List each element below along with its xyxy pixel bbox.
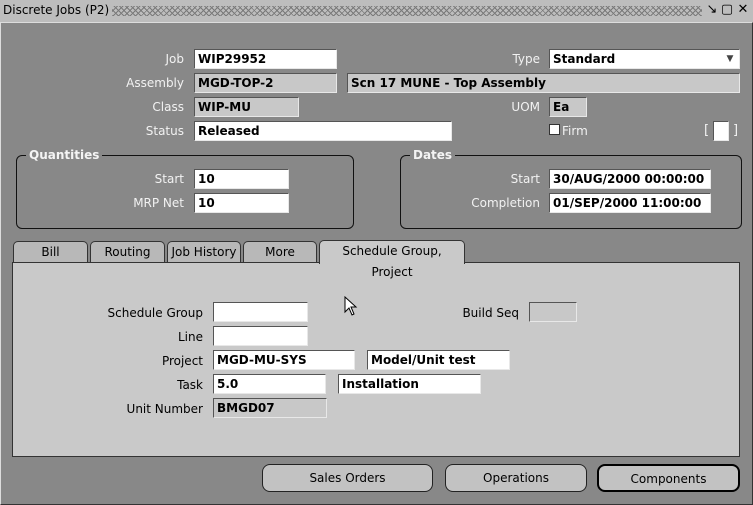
- components-button[interactable]: Components: [597, 464, 740, 492]
- title-bar-pattern: [112, 6, 702, 16]
- job-field[interactable]: WIP29952: [194, 49, 337, 69]
- build-seq-field[interactable]: [529, 302, 577, 322]
- date-start-label: Start: [510, 172, 540, 186]
- status-field[interactable]: Released: [194, 121, 452, 141]
- unit-number-field[interactable]: BMGD07: [213, 398, 327, 418]
- tab-more[interactable]: More: [243, 241, 317, 263]
- type-value: Standard: [553, 52, 616, 66]
- tab-job-history[interactable]: Job History: [167, 241, 241, 263]
- mrp-net-label: MRP Net: [133, 196, 184, 210]
- unit-number-label: Unit Number: [126, 402, 203, 416]
- type-select[interactable]: Standard ▼: [549, 49, 740, 69]
- assembly-field[interactable]: MGD-TOP-2: [194, 73, 337, 93]
- job-label: Job: [165, 52, 185, 66]
- sales-orders-button[interactable]: Sales Orders: [262, 464, 433, 492]
- project-description-field[interactable]: Model/Unit test: [367, 350, 510, 370]
- date-start-field[interactable]: 30/AUG/2000 00:00:00: [549, 169, 711, 189]
- line-field[interactable]: [213, 326, 308, 346]
- operations-button[interactable]: Operations: [445, 464, 587, 492]
- task-description-field[interactable]: Installation: [338, 374, 481, 394]
- maximize-icon[interactable]: ▢: [720, 3, 734, 17]
- project-field[interactable]: MGD-MU-SYS: [213, 350, 355, 370]
- mouse-pointer-icon: [344, 296, 358, 316]
- uom-field[interactable]: Ea: [549, 97, 587, 117]
- project-label: Project: [161, 354, 203, 368]
- schedule-group-field[interactable]: [213, 302, 308, 322]
- task-field[interactable]: 5.0: [213, 374, 326, 394]
- descriptive-flexfield-bracket-close: ]: [733, 123, 739, 138]
- quantity-start-field[interactable]: 10: [194, 169, 289, 189]
- firm-checkbox[interactable]: [549, 124, 560, 135]
- class-label: Class: [152, 100, 184, 114]
- dates-title: Dates: [410, 148, 456, 162]
- tab-schedule-group-project[interactable]: Schedule Group, Project: [319, 240, 465, 279]
- title-bar[interactable]: Discrete Jobs (P2) ↘ ▢ ✕: [0, 0, 753, 23]
- dates-group: [400, 155, 742, 229]
- status-label: Status: [145, 124, 184, 138]
- window-title: Discrete Jobs (P2): [3, 3, 110, 17]
- mrp-net-field[interactable]: 10: [194, 193, 289, 213]
- descriptive-flexfield[interactable]: [713, 121, 729, 141]
- quantity-start-label: Start: [154, 172, 184, 186]
- chevron-down-icon[interactable]: ▼: [721, 50, 739, 68]
- build-seq-label: Build Seq: [462, 306, 519, 320]
- line-label: Line: [177, 330, 203, 344]
- completion-field[interactable]: 01/SEP/2000 11:00:00: [549, 193, 711, 213]
- quantities-group: [16, 155, 354, 229]
- tab-routing[interactable]: Routing: [90, 241, 165, 263]
- descriptive-flexfield-bracket: [: [704, 123, 710, 138]
- task-label: Task: [177, 378, 203, 392]
- close-icon[interactable]: ✕: [736, 3, 750, 17]
- assembly-description-field[interactable]: Scn 17 MUNE - Top Assembly: [347, 73, 740, 93]
- type-label: Type: [512, 52, 540, 66]
- assembly-label: Assembly: [126, 76, 184, 90]
- tab-bill[interactable]: Bill: [13, 241, 88, 263]
- class-field[interactable]: WIP-MU: [194, 97, 299, 117]
- minimize-icon[interactable]: ↘: [705, 3, 719, 17]
- firm-label: Firm: [562, 124, 588, 138]
- uom-label: UOM: [511, 100, 540, 114]
- schedule-group-label: Schedule Group: [107, 306, 204, 320]
- completion-label: Completion: [471, 196, 540, 210]
- quantities-title: Quantities: [26, 148, 103, 162]
